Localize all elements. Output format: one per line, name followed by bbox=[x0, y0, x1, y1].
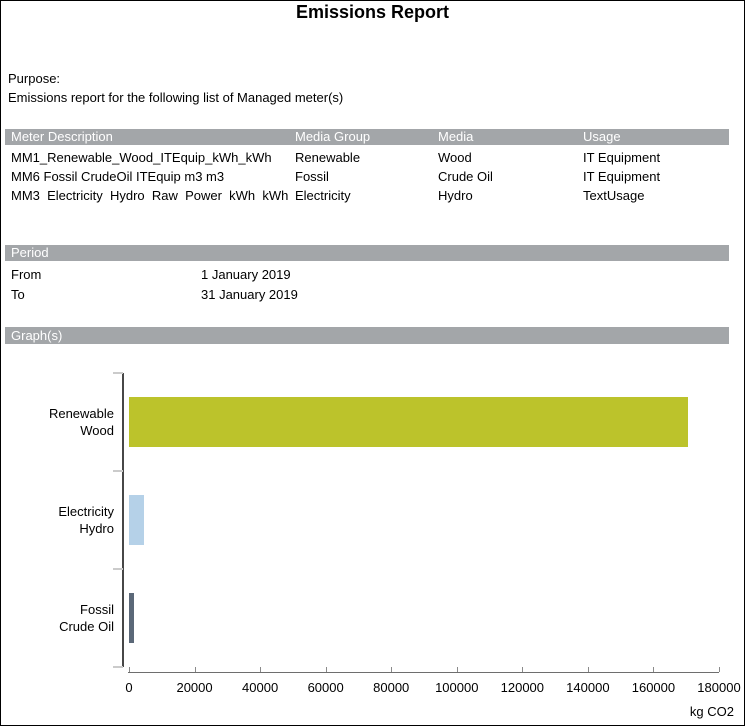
value-axis-tick-label: 160000 bbox=[618, 680, 688, 695]
value-axis-line bbox=[128, 672, 719, 673]
value-axis-tick-label: 40000 bbox=[225, 680, 295, 695]
category-label-fossil-crude-oil: Fossil Crude Oil bbox=[59, 601, 114, 635]
column-header-media-group: Media Group bbox=[289, 129, 432, 145]
cell-meter-description: MM1_Renewable_Wood_ITEquip_kWh_kWh bbox=[5, 148, 289, 167]
category-axis-tick bbox=[113, 372, 123, 374]
cell-media-group: Electricity bbox=[289, 186, 432, 205]
value-axis-tick-label: 120000 bbox=[487, 680, 557, 695]
value-axis-tick bbox=[457, 667, 458, 672]
period-from-value: 1 January 2019 bbox=[201, 267, 291, 282]
table-row: MM1_Renewable_Wood_ITEquip_kWh_kWh Renew… bbox=[5, 148, 729, 167]
category-axis-tick bbox=[113, 666, 123, 668]
value-axis-tick bbox=[260, 667, 261, 672]
value-axis-tick bbox=[522, 667, 523, 672]
graphs-section-header: Graph(s) bbox=[5, 327, 729, 344]
column-header-usage: Usage bbox=[577, 129, 729, 145]
emissions-bar-chart: 0200004000060000800001000001200001400001… bbox=[1, 351, 745, 726]
value-axis-tick bbox=[719, 667, 720, 672]
column-header-media: Media bbox=[432, 129, 577, 145]
value-axis-tick-label: 20000 bbox=[160, 680, 230, 695]
purpose-label: Purpose: bbox=[8, 71, 60, 86]
category-axis-tick bbox=[113, 568, 123, 570]
period-to-value: 31 January 2019 bbox=[201, 287, 298, 302]
value-axis-title: kg CO2 bbox=[690, 704, 734, 719]
bar-renewable-wood bbox=[129, 397, 688, 447]
cell-meter-description: MM6 Fossil CrudeOil ITEquip m3 m3 bbox=[5, 167, 289, 186]
page-title: Emissions Report bbox=[1, 2, 744, 23]
value-axis-tick-label: 60000 bbox=[291, 680, 361, 695]
period-from-label: From bbox=[11, 267, 41, 282]
period-section-header: Period bbox=[5, 245, 729, 261]
purpose-text: Emissions report for the following list … bbox=[8, 90, 343, 105]
bar-fossil-crude-oil bbox=[129, 593, 134, 643]
cell-usage: IT Equipment bbox=[577, 148, 729, 167]
value-axis-tick-label: 80000 bbox=[356, 680, 426, 695]
cell-usage: TextUsage bbox=[577, 186, 729, 205]
table-row: MM6 Fossil CrudeOil ITEquip m3 m3 Fossil… bbox=[5, 167, 729, 186]
value-axis-tick bbox=[129, 667, 130, 672]
value-axis-tick-label: 140000 bbox=[553, 680, 623, 695]
meters-table: MM1_Renewable_Wood_ITEquip_kWh_kWh Renew… bbox=[5, 148, 729, 205]
category-axis-tick bbox=[113, 470, 123, 472]
bar-electricity-hydro bbox=[129, 495, 144, 545]
value-axis-tick bbox=[195, 667, 196, 672]
value-axis-tick bbox=[391, 667, 392, 672]
cell-media-group: Fossil bbox=[289, 167, 432, 186]
cell-media: Hydro bbox=[432, 186, 577, 205]
emissions-report-page: Emissions Report Purpose: Emissions repo… bbox=[0, 0, 745, 726]
period-to-label: To bbox=[11, 287, 25, 302]
cell-meter-description: MM3 Electricity Hydro Raw Power kWh kWh bbox=[5, 186, 289, 205]
cell-media: Wood bbox=[432, 148, 577, 167]
cell-media-group: Renewable bbox=[289, 148, 432, 167]
value-axis-tick-label: 100000 bbox=[422, 680, 492, 695]
value-axis-tick bbox=[326, 667, 327, 672]
value-axis-tick-label: 0 bbox=[94, 680, 164, 695]
value-axis-tick bbox=[588, 667, 589, 672]
meters-table-header: Meter Description Media Group Media Usag… bbox=[5, 129, 729, 145]
value-axis-tick-label: 180000 bbox=[684, 680, 745, 695]
value-axis-tick bbox=[653, 667, 654, 672]
table-row: MM3 Electricity Hydro Raw Power kWh kWh … bbox=[5, 186, 729, 205]
category-label-electricity-hydro: Electricity Hydro bbox=[58, 503, 114, 537]
category-axis-line bbox=[122, 373, 124, 667]
column-header-meter-description: Meter Description bbox=[5, 129, 289, 145]
cell-media: Crude Oil bbox=[432, 167, 577, 186]
category-label-renewable-wood: Renewable Wood bbox=[49, 405, 114, 439]
cell-usage: IT Equipment bbox=[577, 167, 729, 186]
